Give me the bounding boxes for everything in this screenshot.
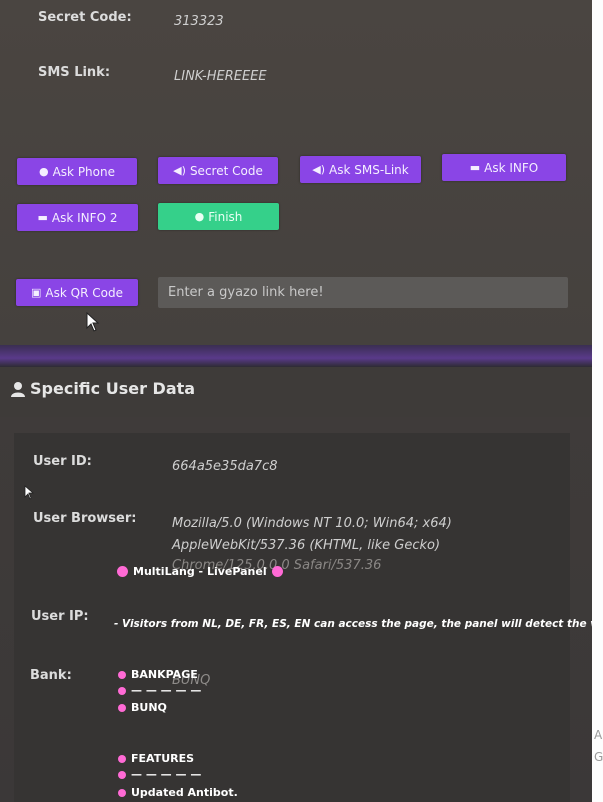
- card-icon: ▬: [37, 211, 48, 224]
- bullet-dot: [118, 770, 126, 779]
- bullet-dot: [118, 754, 126, 763]
- list-item: — — — — —: [118, 768, 201, 781]
- speaker-icon: ◀): [312, 163, 326, 176]
- divider-band: [0, 345, 592, 367]
- ask-info-2-button[interactable]: ▬ Ask INFO 2: [17, 204, 138, 231]
- secret-code-label: Secret Code:: [38, 10, 132, 25]
- user-id-label: User ID:: [33, 454, 92, 469]
- list-item: BANKPAGE: [118, 668, 198, 681]
- card-icon: ▬: [469, 161, 481, 174]
- finish-button[interactable]: ● Finish: [158, 203, 279, 230]
- ask-phone-label: Ask Phone: [52, 164, 115, 179]
- mouse-pointer-icon: [24, 485, 34, 500]
- bullet-dot: [118, 788, 126, 797]
- secret-code-value: 313323: [174, 14, 224, 29]
- ask-sms-link-label: Ask SMS-Link: [329, 162, 409, 177]
- list-item-text: Updated Antibot.: [131, 786, 238, 799]
- bullet-dot: [271, 566, 283, 577]
- section-header: Specific User Data: [0, 367, 592, 417]
- bank-label: Bank:: [30, 668, 72, 683]
- info-circle-icon: ●: [38, 165, 49, 178]
- user-browser-label: User Browser:: [33, 511, 137, 526]
- user-id-value: 664a5e35da7c8: [172, 459, 278, 474]
- list-item-text: BANKPAGE: [131, 668, 198, 681]
- gyazo-link-input[interactable]: [158, 277, 568, 308]
- speaker-icon: ◀): [173, 164, 186, 177]
- secret-code-button[interactable]: ◀) Secret Code: [158, 157, 278, 184]
- ask-sms-link-button[interactable]: ◀) Ask SMS-Link: [300, 156, 421, 183]
- section-title-text: Specific User Data: [30, 379, 196, 398]
- ask-info-2-label: Ask INFO 2: [51, 210, 118, 225]
- list-item: BUNQ: [118, 701, 167, 714]
- page-edge: [592, 0, 603, 802]
- list-item-text: — — — — —: [131, 768, 202, 781]
- bullet-dot: [117, 566, 128, 577]
- sms-link-label: SMS Link:: [38, 65, 111, 80]
- user-browser-line1: Mozilla/5.0 (Windows NT 10.0; Win64; x64…: [172, 516, 452, 531]
- edge-text-a: A: [594, 728, 603, 742]
- bullet-dot: [118, 686, 126, 695]
- ask-phone-button[interactable]: ● Ask Phone: [17, 158, 137, 185]
- overlay-title-text: MultiLang - LivePanel: [133, 565, 267, 578]
- qr-icon: ▣: [31, 286, 42, 299]
- list-item: Updated Antibot.: [118, 786, 238, 799]
- mouse-cursor-icon: [86, 312, 100, 332]
- section-title: Specific User Data: [10, 379, 195, 398]
- user-browser-line2: AppleWebKit/537.36 (KHTML, like Gecko): [172, 538, 441, 553]
- visitors-note: - Visitors from NL, DE, FR, ES, EN can a…: [114, 618, 592, 630]
- edge-text-g: G: [594, 750, 603, 764]
- ask-info-label: Ask INFO: [484, 160, 539, 175]
- secret-code-button-label: Secret Code: [189, 163, 263, 178]
- ask-qr-code-button[interactable]: ▣ Ask QR Code: [16, 279, 138, 306]
- screen: Secret Code: 313323 SMS Link: LINK-HEREE…: [0, 0, 592, 802]
- list-item: FEATURES: [118, 752, 194, 765]
- list-item: — — — — —: [118, 684, 201, 697]
- sms-link-value: LINK-HEREEEE: [174, 69, 267, 84]
- bullet-dot: [118, 703, 126, 712]
- ask-info-button[interactable]: ▬ Ask INFO: [442, 154, 566, 181]
- overlay-title: MultiLang - LivePanel: [117, 565, 283, 578]
- list-item-text: — — — — —: [131, 684, 202, 697]
- control-panel: Secret Code: 313323 SMS Link: LINK-HEREE…: [0, 0, 592, 345]
- bullet-dot: [118, 670, 126, 679]
- ask-qr-label: Ask QR Code: [45, 285, 123, 300]
- user-icon: [11, 381, 25, 397]
- check-circle-icon: ●: [194, 210, 205, 223]
- user-ip-label: User IP:: [31, 609, 89, 624]
- finish-label: Finish: [208, 209, 243, 224]
- list-item-text: BUNQ: [131, 701, 167, 714]
- list-item-text: FEATURES: [131, 752, 195, 765]
